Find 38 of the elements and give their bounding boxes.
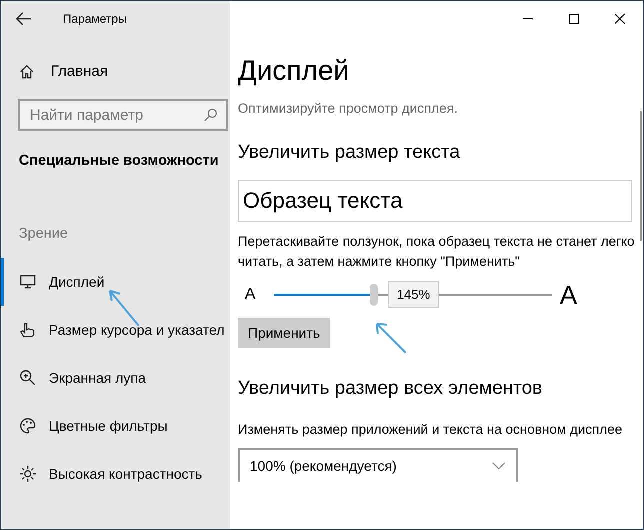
scale-dropdown[interactable]: 100% (рекомендуется) — [238, 448, 518, 482]
sidebar-item[interactable]: Высокая контрастность — [1, 450, 230, 498]
monitor-icon — [19, 273, 37, 291]
sidebar-item[interactable]: Размер курсора и указател — [1, 306, 230, 354]
sidebar-item[interactable]: Цветные фильтры — [1, 402, 230, 450]
apply-button[interactable]: Применить — [238, 318, 330, 348]
home-icon — [19, 64, 35, 80]
chevron-down-icon — [492, 462, 506, 470]
page-subtitle: Оптимизируйте просмотр дисплея. — [238, 101, 459, 116]
search-field[interactable]: Найти параметр — [18, 99, 228, 131]
sun-icon — [19, 465, 37, 483]
home-link[interactable]: Главная — [19, 63, 230, 80]
close-icon — [615, 14, 625, 24]
small-letter-label: A — [244, 286, 257, 304]
slider-thumb[interactable] — [370, 284, 378, 306]
annotation-arrow — [107, 288, 141, 328]
section-title: Специальные возможности — [19, 153, 220, 169]
group-label: Зрение — [19, 226, 70, 242]
section-heading: Увеличить размер всех элементов — [238, 378, 544, 400]
instruction-text: Перетаскивайте ползунок, пока образец текста не станет легко читать, а затем нажмите кнопку "Применить" — [238, 233, 636, 271]
back-arrow-icon — [16, 12, 32, 26]
search-icon — [204, 108, 218, 122]
palette-icon — [19, 417, 37, 435]
hand-pointer-icon — [19, 321, 37, 339]
large-letter-label: A — [560, 280, 578, 310]
magnifier-icon — [19, 369, 37, 387]
sample-text-box: Образец текста — [238, 180, 632, 222]
text-size-slider[interactable]: 145% — [274, 281, 552, 309]
page-title: Дисплей — [238, 55, 350, 87]
sidebar-item[interactable]: Экранная лупа — [1, 354, 230, 402]
slider-value-tooltip: 145% — [388, 281, 440, 308]
annotation-arrow — [374, 321, 408, 355]
section-heading: Увеличить размер текста — [238, 142, 462, 164]
scale-description: Изменять размер приложений и текста на основном дисплее — [238, 421, 624, 439]
maximize-icon — [569, 14, 579, 24]
window-title: Параметры — [63, 12, 127, 26]
sidebar-item[interactable]: Дисплей — [1, 258, 230, 306]
minimize-icon — [523, 18, 533, 20]
